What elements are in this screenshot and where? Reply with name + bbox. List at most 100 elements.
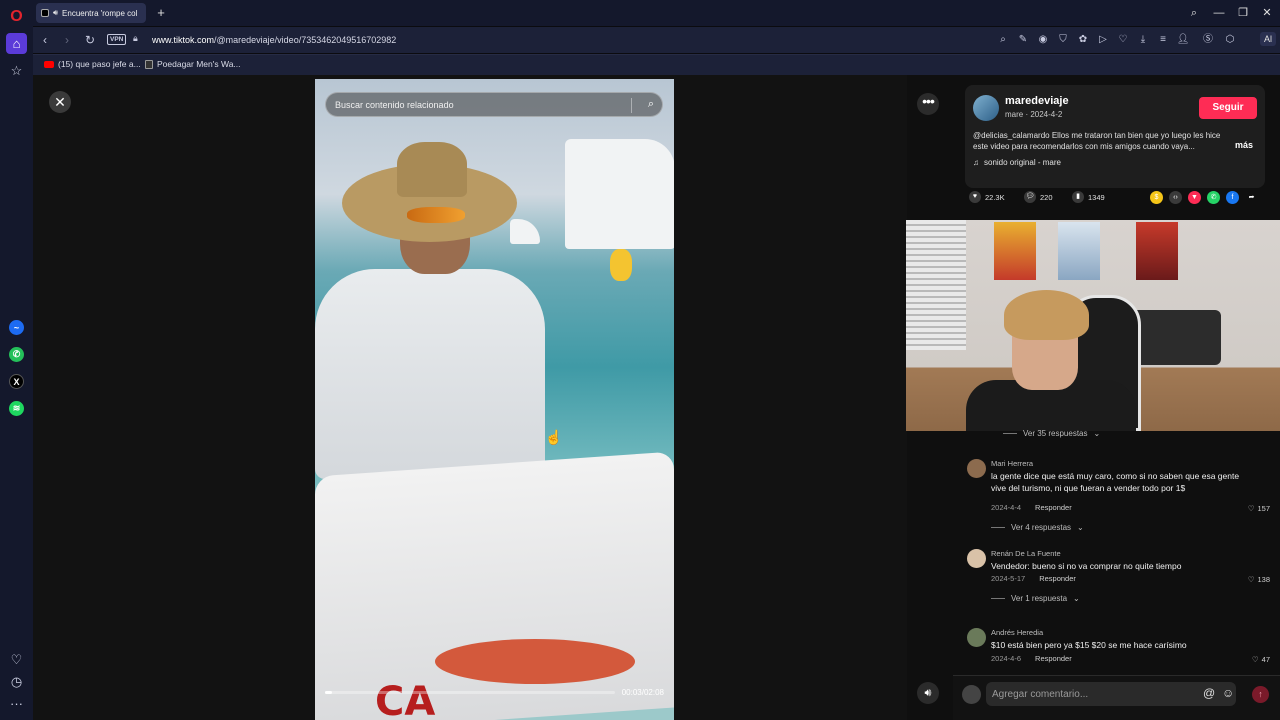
opera-logo-icon[interactable]: O — [6, 6, 27, 27]
whatsapp-share-icon[interactable]: ✆ — [1207, 191, 1220, 204]
comment-user[interactable]: Mari Herrera — [991, 459, 1033, 468]
download-icon[interactable]: ⤓ — [1136, 33, 1150, 47]
heart-icon[interactable]: ♡ — [6, 649, 27, 670]
volume-button[interactable]: 🔊︎ — [917, 682, 939, 704]
more-options-button[interactable]: ••• — [917, 93, 939, 115]
ai-button[interactable]: Al — [1259, 32, 1276, 46]
avatar[interactable] — [967, 459, 986, 478]
bookmark-youtube[interactable]: (15) que paso jefe a... — [44, 59, 141, 69]
bookmark-poedagar[interactable]: Poedagar Men's Wa... — [145, 59, 241, 69]
x-twitter-icon[interactable]: X — [6, 371, 27, 392]
comment-stat[interactable]: 💬︎ 220 — [1024, 191, 1053, 203]
coin-icon[interactable]: $ — [1150, 191, 1163, 204]
avatar[interactable] — [967, 628, 986, 647]
search-icon[interactable]: ⌕ — [648, 98, 654, 111]
edit-icon[interactable]: ✎ — [1016, 33, 1030, 47]
search-tabs-icon[interactable]: ⌕ — [1186, 5, 1202, 21]
poster-image — [994, 222, 1036, 280]
reply-button[interactable]: Responder — [1039, 574, 1076, 583]
url-field[interactable]: www.tiktok.com/@maredeviaje/video/735346… — [152, 35, 396, 45]
avatar[interactable] — [973, 95, 999, 121]
speaker-icon: 🔊︎ — [53, 8, 59, 17]
comment-like-count: 157 — [1257, 504, 1270, 513]
restore-button[interactable]: ❐ — [1235, 5, 1251, 21]
stats-bar: ♥ 22.3K 💬︎ 220 ▮ 1349 $ ‹› ▼ ✆ f ➦ — [965, 187, 1265, 209]
comment-input[interactable] — [986, 682, 1236, 706]
save-stat[interactable]: ▮ 1349 — [1072, 191, 1105, 203]
play-icon[interactable]: ▷ — [1096, 33, 1110, 47]
more-link[interactable]: más — [1235, 140, 1253, 150]
send-button[interactable]: ↑ — [1252, 686, 1269, 703]
forward-button[interactable]: › — [59, 32, 75, 48]
view-replies-toggle[interactable]: Ver 1 respuesta ⌄ — [991, 594, 1080, 603]
repost-icon[interactable]: ▼ — [1188, 191, 1201, 204]
comment-like[interactable]: ♡ 157 — [1248, 504, 1270, 513]
view-replies-toggle[interactable]: Ver 35 respuestas ⌄ — [1003, 429, 1100, 438]
emoji-icon[interactable]: ☺ — [1222, 686, 1234, 700]
cube-icon[interactable]: ⬡ — [1223, 33, 1237, 47]
comment-user[interactable]: Andrés Heredia — [991, 628, 1043, 637]
minimize-button[interactable]: — — [1211, 5, 1227, 21]
comment-icon: 💬︎ — [1024, 191, 1036, 203]
comment-like[interactable]: ♡ 138 — [1248, 575, 1270, 584]
extension-icon[interactable]: ✿ — [1076, 33, 1090, 47]
comment-meta: 2024-4-4 Responder — [991, 503, 1072, 512]
lock-icon[interactable]: 🔒︎ — [133, 33, 138, 44]
whatsapp-icon[interactable]: ✆ — [6, 344, 27, 365]
search-icon[interactable]: ⌕ — [996, 33, 1010, 47]
shield-icon[interactable]: ⛉ — [1056, 33, 1070, 47]
sound-label: sonido original - mare — [984, 158, 1061, 167]
search-divider — [631, 98, 632, 113]
divider-line — [991, 527, 1005, 528]
more-icon[interactable]: ··· — [6, 693, 27, 714]
progress-bar[interactable] — [325, 691, 615, 694]
save-count: 1349 — [1088, 192, 1105, 202]
messenger-icon[interactable]: ~ — [6, 317, 27, 338]
tab-title: Encuentra 'rompe col — [62, 8, 138, 18]
heart-outline-icon[interactable]: ♡ — [1116, 33, 1130, 47]
author-username[interactable]: maredeviaje — [1005, 95, 1069, 107]
divider-line — [991, 598, 1005, 599]
url-domain: www.tiktok.com — [152, 35, 215, 45]
comment-date: 2024-5-17 — [991, 574, 1026, 583]
camera-icon[interactable]: ◉ — [1036, 33, 1050, 47]
comment-text: Vendedor: bueno si no va comprar no quit… — [991, 561, 1182, 571]
bookmark-label: Poedagar Men's Wa... — [157, 59, 241, 69]
embed-icon[interactable]: ‹› — [1169, 191, 1182, 204]
related-search-bar[interactable]: Buscar contenido relacionado ⌕ — [325, 92, 663, 117]
mention-icon[interactable]: @ — [1203, 686, 1215, 700]
divider-line — [1003, 433, 1017, 434]
video-player[interactable]: CA Buscar contenido relacionado ⌕ ☝ 00:0… — [315, 79, 674, 720]
home-icon[interactable]: ⌂ — [6, 33, 27, 54]
new-tab-button[interactable]: + — [153, 5, 169, 21]
avatar[interactable] — [967, 549, 986, 568]
tiktok-favicon-icon — [41, 9, 49, 17]
comment-user[interactable]: Renán De La Fuente — [991, 549, 1061, 558]
reload-button[interactable]: ↻ — [82, 32, 98, 48]
s-extension-icon[interactable]: Ⓢ — [1201, 33, 1215, 47]
follow-button[interactable]: Seguir — [1199, 97, 1257, 119]
vpn-badge[interactable]: VPN — [107, 34, 127, 45]
share-arrow-icon[interactable]: ➦ — [1245, 191, 1258, 204]
spotify-icon[interactable]: ≋ — [6, 398, 27, 419]
profile-icon[interactable]: 👤︎ — [1176, 33, 1190, 47]
watch-icon — [145, 59, 153, 69]
view-replies-toggle[interactable]: Ver 4 respuestas ⌄ — [991, 523, 1084, 532]
like-stat[interactable]: ♥ 22.3K — [969, 191, 1005, 203]
star-icon[interactable]: ☆ — [6, 60, 27, 81]
tab-active[interactable]: 🔊︎ Encuentra 'rompe col — [36, 3, 146, 23]
close-video-button[interactable]: ✕ — [49, 91, 71, 113]
progress-fill — [325, 691, 332, 694]
streamer-hair-image — [1004, 290, 1089, 340]
menu-icon[interactable]: ≡ — [1156, 33, 1170, 47]
back-button[interactable]: ‹ — [37, 32, 53, 48]
sound-link[interactable]: ♫ sonido original - mare — [973, 158, 1061, 167]
buoy-image — [610, 249, 632, 281]
poster-image — [1058, 222, 1100, 280]
history-icon[interactable]: ◷ — [6, 671, 27, 692]
facebook-share-icon[interactable]: f — [1226, 191, 1239, 204]
comment-like[interactable]: ♡ 47 — [1252, 655, 1270, 664]
reply-button[interactable]: Responder — [1035, 503, 1072, 512]
reply-button[interactable]: Responder — [1035, 654, 1072, 663]
close-window-button[interactable]: ✕ — [1259, 5, 1275, 21]
